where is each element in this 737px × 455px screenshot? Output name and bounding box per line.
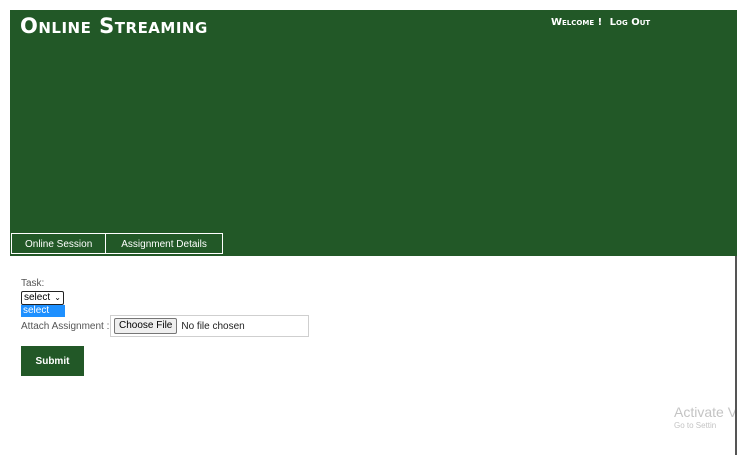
attach-assignment-label: Attach Assignment :	[21, 321, 110, 332]
site-title: Online Streaming	[20, 14, 208, 38]
header-banner: Online Streaming Welcome ! Log Out Onlin…	[10, 10, 737, 256]
watermark-subtitle: Go to Settin	[674, 421, 717, 430]
file-status: No file chosen	[181, 320, 245, 332]
user-links: Welcome ! Log Out	[551, 17, 654, 28]
task-select[interactable]: select ⌄	[21, 291, 64, 305]
choose-file-button[interactable]: Choose File	[114, 318, 178, 334]
task-label: Task:	[21, 278, 45, 289]
watermark-title: Activate V	[674, 404, 737, 420]
nav-tabs: Online Session Assignment Details	[11, 233, 223, 254]
task-select-value: select	[24, 292, 51, 303]
tab-online-session[interactable]: Online Session	[11, 233, 107, 254]
logout-link[interactable]: Log Out	[610, 17, 651, 28]
file-input[interactable]: Choose File No file chosen	[110, 315, 309, 337]
chevron-down-icon: ⌄	[54, 293, 61, 302]
submit-button[interactable]: Submit	[21, 346, 84, 376]
task-option-select[interactable]: select	[21, 305, 65, 317]
tab-assignment-details[interactable]: Assignment Details	[106, 233, 223, 254]
activate-windows-watermark: Activate V Go to Settin	[674, 404, 737, 430]
welcome-link[interactable]: Welcome !	[551, 17, 602, 28]
